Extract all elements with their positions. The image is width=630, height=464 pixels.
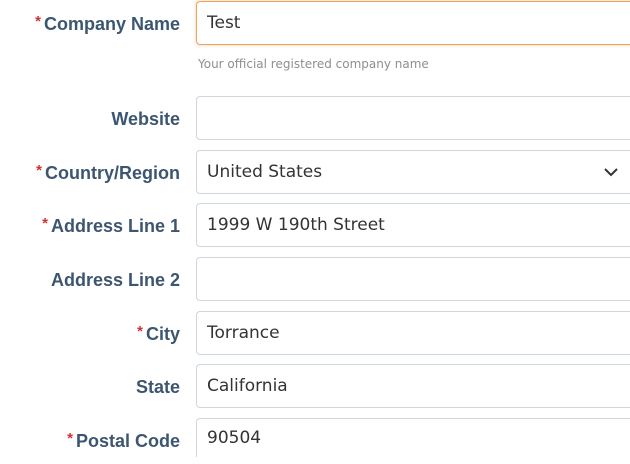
state-label: State xyxy=(135,376,180,397)
website-label: Website xyxy=(111,108,180,129)
city-label: * City xyxy=(137,311,180,357)
website-row: Website xyxy=(0,96,630,142)
city-input[interactable] xyxy=(207,323,587,343)
company-name-field[interactable] xyxy=(196,1,630,45)
postal-code-row: * Postal Code xyxy=(0,418,630,464)
postal-code-input[interactable] xyxy=(207,428,587,448)
city-field[interactable] xyxy=(196,311,630,355)
required-marker: * xyxy=(36,161,42,179)
address-line-1-label-text: Address Line 1 xyxy=(50,215,180,236)
address-line-2-field[interactable] xyxy=(196,257,630,301)
required-marker: * xyxy=(42,214,48,232)
address-line-1-row: * Address Line 1 xyxy=(0,203,630,249)
state-field[interactable] xyxy=(196,364,630,408)
required-marker: * xyxy=(35,12,41,30)
postal-code-label: * Postal Code xyxy=(67,418,180,464)
city-label-text: City xyxy=(145,323,180,344)
company-name-label-text: Company Name xyxy=(43,13,180,34)
country-region-value: United States xyxy=(207,162,323,182)
address-line-1-label: * Address Line 1 xyxy=(42,203,180,249)
required-marker: * xyxy=(137,322,143,340)
postal-code-label-text: Postal Code xyxy=(75,430,180,451)
company-form: * Company Name Your official registered … xyxy=(0,0,630,457)
city-row: * City xyxy=(0,311,630,357)
website-input[interactable] xyxy=(207,108,587,128)
address-line-2-row: Address Line 2 xyxy=(0,257,630,303)
company-name-input[interactable] xyxy=(207,13,587,33)
company-name-hint: Your official registered company name xyxy=(198,57,429,71)
address-line-2-label: Address Line 2 xyxy=(50,269,180,290)
address-line-1-field[interactable] xyxy=(196,203,630,247)
chevron-down-icon[interactable] xyxy=(602,163,620,181)
state-input[interactable] xyxy=(207,376,587,396)
required-marker: * xyxy=(67,429,73,447)
state-row: State xyxy=(0,364,630,410)
country-region-row: * Country/Region United States xyxy=(0,150,630,196)
website-field[interactable] xyxy=(196,96,630,140)
address-line-1-input[interactable] xyxy=(207,215,587,235)
country-region-label: * Country/Region xyxy=(36,150,180,196)
company-name-label: * Company Name xyxy=(35,1,180,47)
country-region-label-text: Country/Region xyxy=(45,162,180,183)
address-line-2-input[interactable] xyxy=(207,269,587,289)
company-name-row: * Company Name Your official registered … xyxy=(0,1,630,71)
country-region-select[interactable]: United States xyxy=(196,150,630,194)
postal-code-field[interactable] xyxy=(196,418,630,457)
